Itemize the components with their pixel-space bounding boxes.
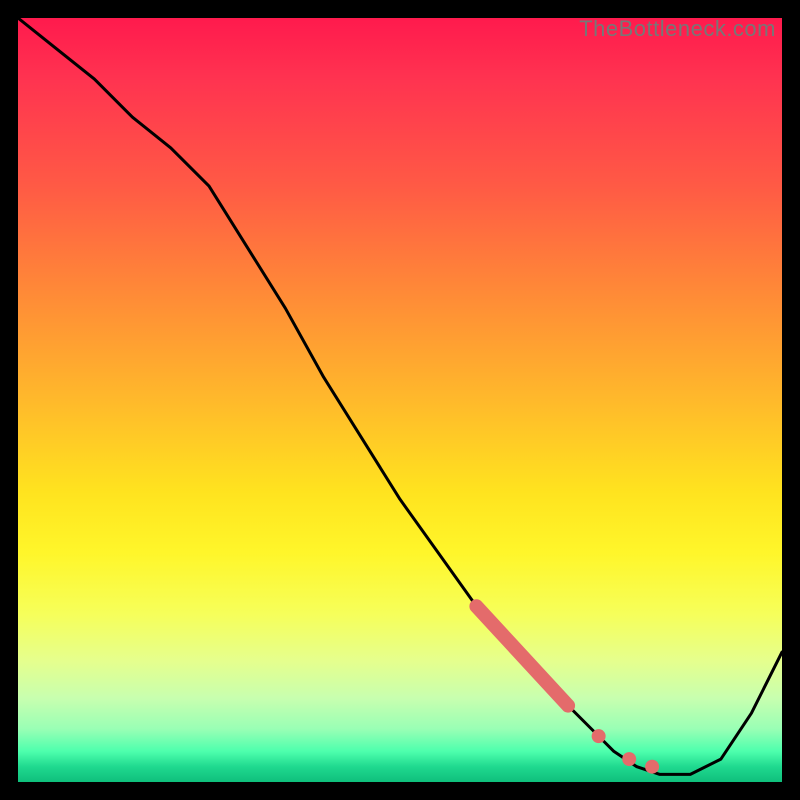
series-curve: [18, 18, 782, 774]
highlight-segment: [476, 606, 568, 705]
chart-frame: TheBottleneck.com: [0, 0, 800, 800]
marker-dot3: [645, 760, 659, 774]
chart-svg: [18, 18, 782, 782]
marker-dot2: [622, 752, 636, 766]
watermark-text: TheBottleneck.com: [579, 16, 776, 42]
plot-area: [18, 18, 782, 782]
marker-dot1: [592, 729, 606, 743]
